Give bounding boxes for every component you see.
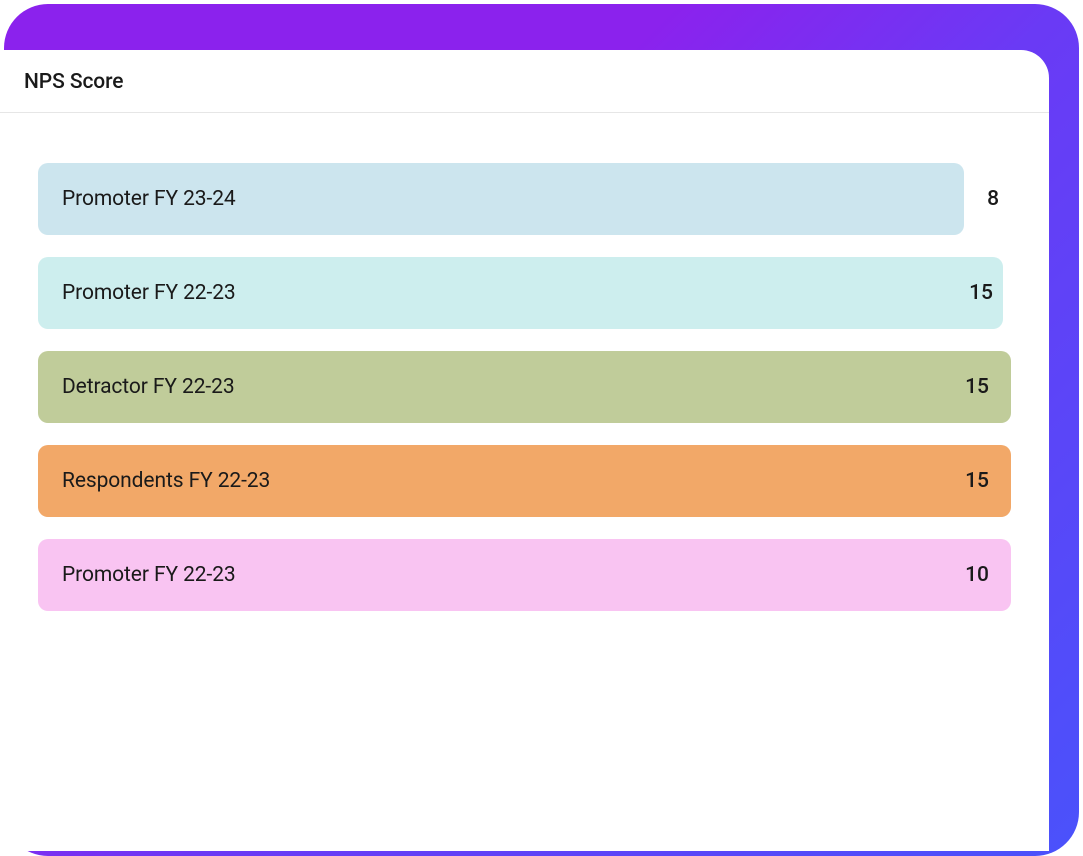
card-title: NPS Score: [24, 70, 1025, 94]
bar-row: Detractor FY 22-23 15: [38, 351, 1011, 423]
bar-row: Respondents FY 22-23 15: [38, 445, 1011, 517]
bar-label: Respondents FY 22-23: [62, 469, 270, 493]
bar-label: Promoter FY 22-23: [62, 281, 236, 305]
card-body: Promoter FY 23-24 8 Promoter FY 22-23 15…: [0, 113, 1049, 641]
bar-value: 15: [965, 469, 989, 493]
bar-list: Promoter FY 23-24 8 Promoter FY 22-23 15…: [38, 163, 1011, 611]
bar-label: Detractor FY 22-23: [62, 375, 235, 399]
bar-value: 10: [965, 563, 989, 587]
bar-value: 15: [965, 375, 989, 399]
bar-value: 8: [987, 187, 999, 211]
bar-row: Promoter FY 22-23 15: [38, 257, 1011, 329]
bar-label: Promoter FY 22-23: [62, 563, 236, 587]
nps-card: NPS Score Promoter FY 23-24 8 Promoter F…: [0, 50, 1049, 851]
bar-label: Promoter FY 23-24: [62, 187, 236, 211]
bar-row: Promoter FY 23-24 8: [38, 163, 1011, 235]
bar-value: 15: [969, 281, 993, 305]
bar-row: Promoter FY 22-23 10: [38, 539, 1011, 611]
card-header: NPS Score: [0, 50, 1049, 113]
